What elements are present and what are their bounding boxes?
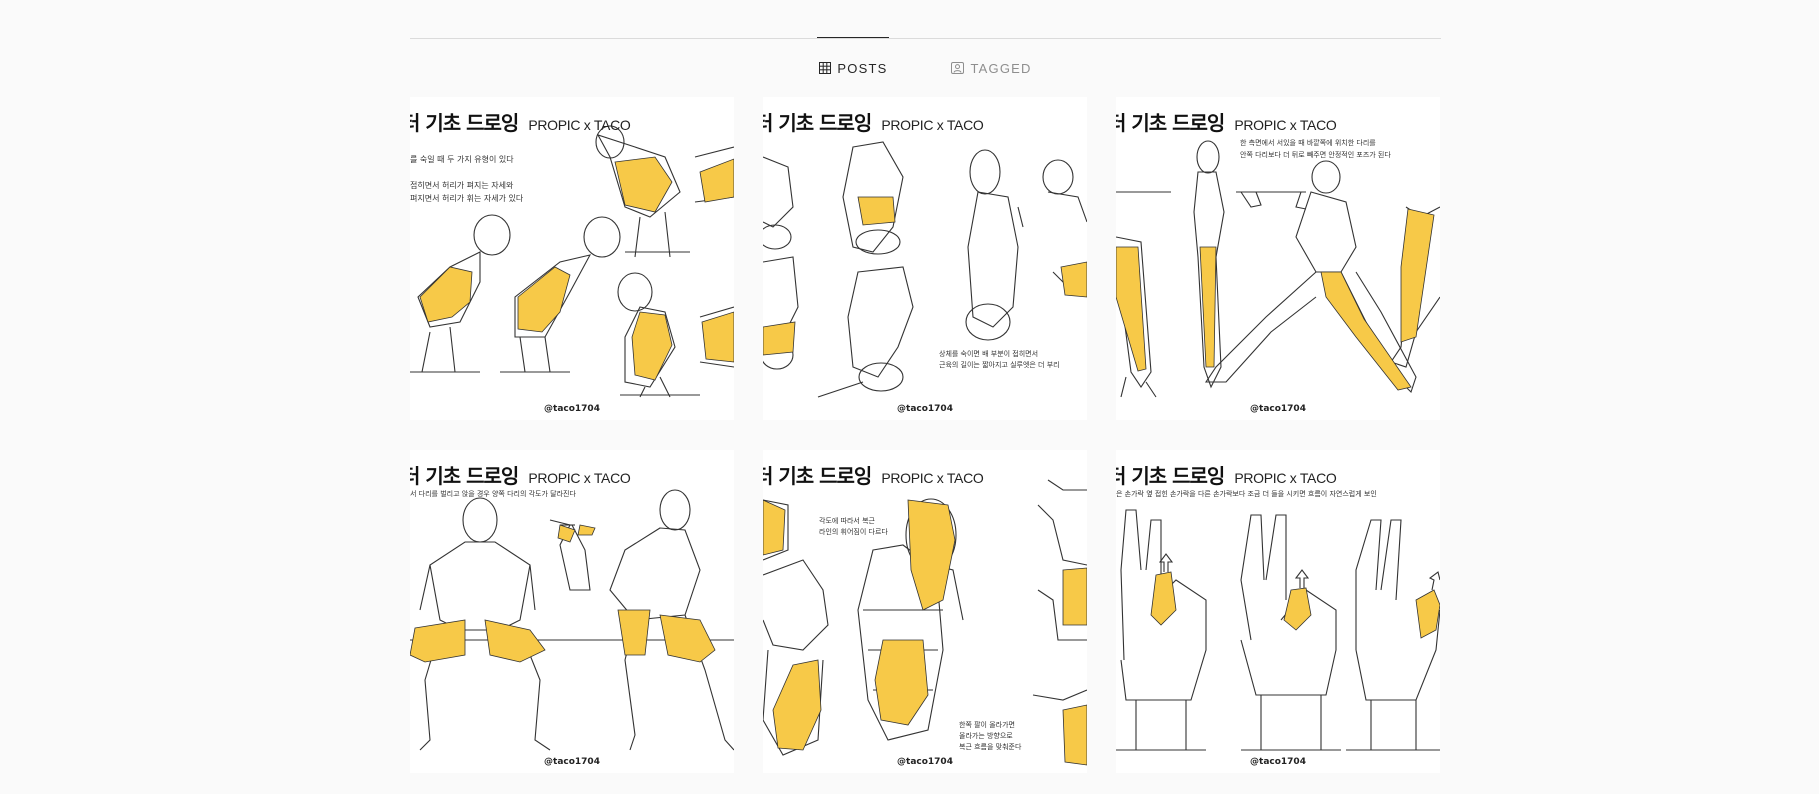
post-thumbnail[interactable]: 터 기초 드로잉 PROPIC x TACO 각도에 따라서 복근 라인의 휘어… <box>763 450 1087 773</box>
post-header: 터 기초 드로잉 PROPIC x TACO <box>410 460 631 489</box>
post-credit: @taco1704 <box>544 757 600 767</box>
post-illustration <box>763 479 1087 766</box>
post-thumbnail[interactable]: 터 기초 드로잉 PROPIC x TACO 상체를 숙이면 배 부분이 접히면… <box>763 97 1087 420</box>
grid-icon <box>819 62 832 74</box>
post-brand: PROPIC x TACO <box>1234 117 1337 133</box>
profile-posts-section: POSTS TAGGED 터 기초 드로잉 PROPIC x TACO 를 숙일… <box>410 0 1441 794</box>
post-title: 터 기초 드로잉 <box>1116 464 1225 488</box>
post-caption: 를 숙일 때 두 가지 유형이 있다 접히면서 허리가 펴지는 자세와 펴지면서… <box>410 155 524 203</box>
tab-posts-label: POSTS <box>837 60 888 76</box>
post-thumbnail[interactable]: 터 기초 드로잉 PROPIC x TACO 서 다리를 벌리고 앉을 경우 양… <box>410 450 734 773</box>
post-brand: PROPIC x TACO <box>1234 470 1337 486</box>
post-header: 터 기초 드로잉 PROPIC x TACO <box>763 107 984 136</box>
profile-tabs: POSTS TAGGED <box>410 37 1441 98</box>
post-credit: @taco1704 <box>1250 757 1306 767</box>
post-thumbnail[interactable]: 터 기초 드로잉 PROPIC x TACO 은 손가락 옆 접힌 손가락을 다… <box>1116 450 1440 773</box>
post-credit: @taco1704 <box>897 757 953 767</box>
post-header: 터 기초 드로잉 PROPIC x TACO <box>1116 460 1337 489</box>
tab-tagged-label: TAGGED <box>970 60 1032 76</box>
post-caption-secondary: 한쪽 팔이 올라가면 올라가는 방향으로 복근 흐름을 맞춰준다 <box>959 721 1022 751</box>
post-caption: 은 손가락 옆 접힌 손가락을 다른 손가락보다 조금 더 들을 시키면 흐름이… <box>1116 490 1377 498</box>
post-illustration <box>763 141 1087 398</box>
post-brand: PROPIC x TACO <box>528 470 631 486</box>
post-caption: 각도에 따라서 복근 라인의 휘어짐이 다르다 <box>819 517 888 536</box>
post-thumbnail[interactable]: 터 기초 드로잉 PROPIC x TACO 한 측면에서 서있을 때 바깥쪽에… <box>1116 97 1440 420</box>
tab-posts[interactable]: POSTS <box>817 37 890 98</box>
post-caption: 상체를 숙이면 배 부분이 접히면서 근육의 길이는 짧아지고 실루엣은 더 부… <box>939 350 1060 369</box>
tagged-person-icon <box>951 62 965 74</box>
post-title: 터 기초 드로잉 <box>410 464 519 488</box>
post-caption: 한 측면에서 서있을 때 바깥쪽에 위치한 다리를 안쪽 다리보다 더 뒤로 빼… <box>1240 139 1391 159</box>
post-credit: @taco1704 <box>544 404 600 414</box>
post-title: 터 기초 드로잉 <box>410 111 519 135</box>
post-header: 터 기초 드로잉 PROPIC x TACO <box>410 107 631 136</box>
post-title: 터 기초 드로잉 <box>1116 111 1225 135</box>
post-illustration <box>410 125 734 398</box>
tab-tagged[interactable]: TAGGED <box>949 38 1033 98</box>
post-caption: 서 다리를 벌리고 앉을 경우 양쪽 다리의 각도가 달라진다 <box>410 490 576 498</box>
post-brand: PROPIC x TACO <box>881 117 984 133</box>
post-thumbnail[interactable]: 터 기초 드로잉 PROPIC x TACO 를 숙일 때 두 가지 유형이 있… <box>410 97 734 420</box>
post-header: 터 기초 드로잉 PROPIC x TACO <box>763 460 984 489</box>
post-brand: PROPIC x TACO <box>881 470 984 486</box>
post-title: 터 기초 드로잉 <box>763 464 872 488</box>
post-header: 터 기초 드로잉 PROPIC x TACO <box>1116 107 1337 136</box>
post-title: 터 기초 드로잉 <box>763 111 872 135</box>
posts-grid: 터 기초 드로잉 PROPIC x TACO 를 숙일 때 두 가지 유형이 있… <box>410 97 1441 773</box>
post-brand: PROPIC x TACO <box>528 117 631 133</box>
post-credit: @taco1704 <box>897 404 953 414</box>
post-credit: @taco1704 <box>1250 404 1306 414</box>
